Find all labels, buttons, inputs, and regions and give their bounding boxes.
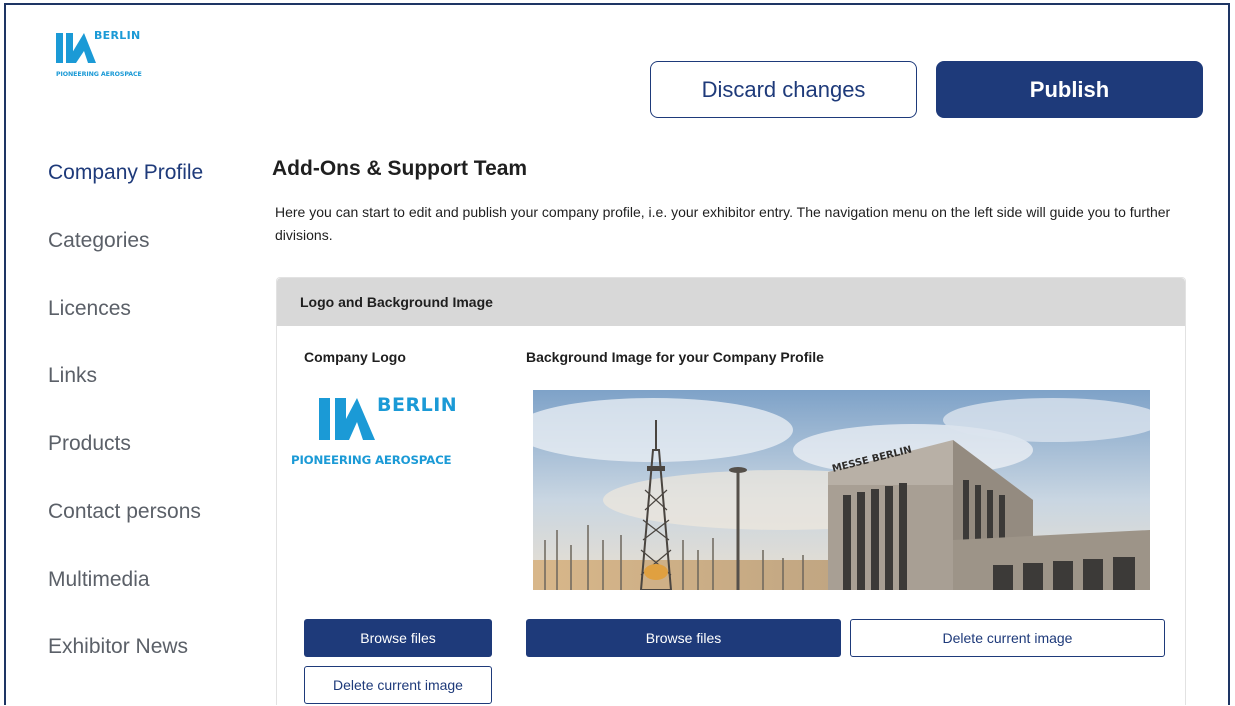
logo-berlin-text: BERLIN [377,394,458,416]
messe-berlin-photo: MESSE BERLIN [533,390,1150,590]
sidebar-item-company-profile[interactable]: Company Profile [48,161,203,185]
page-title: Add-Ons & Support Team [272,157,528,180]
ila-logo-mark-icon [319,398,375,440]
background-image-preview: MESSE BERLIN [533,390,1150,590]
sidebar-item-exhibitor-news[interactable]: Exhibitor News [48,635,188,659]
browse-background-button[interactable]: Browse files [526,619,841,657]
logo-tagline: PIONEERING AEROSPACE [291,453,452,467]
ila-logo-mark-icon [56,33,96,63]
intro-text: Here you can start to edit and publish y… [275,204,1171,243]
header-logo[interactable]: BERLIN PIONEERING AEROSPACE [56,29,196,89]
browse-logo-button[interactable]: Browse files [304,619,492,657]
sidebar-item-categories[interactable]: Categories [48,229,150,253]
app-frame: BERLIN PIONEERING AEROSPACE Discard chan… [4,3,1230,705]
logo-tagline: PIONEERING AEROSPACE [56,71,142,78]
sidebar-item-links[interactable]: Links [48,364,97,388]
delete-background-button[interactable]: Delete current image [850,619,1165,657]
sidebar-item-products[interactable]: Products [48,432,131,456]
background-image-label: Background Image for your Company Profil… [526,349,824,365]
sidebar-item-contact-persons[interactable]: Contact persons [48,500,201,524]
logo-background-panel: Logo and Background Image Company Logo B… [276,277,1186,705]
sidebar-item-multimedia[interactable]: Multimedia [48,568,150,592]
discard-changes-button[interactable]: Discard changes [650,61,917,118]
delete-logo-button[interactable]: Delete current image [304,666,492,704]
panel-heading: Logo and Background Image [277,278,1185,326]
company-logo-preview: BERLIN PIONEERING AEROSPACE [291,390,466,470]
company-logo-label: Company Logo [304,349,406,365]
publish-button[interactable]: Publish [936,61,1203,118]
sidebar-item-licences[interactable]: Licences [48,297,131,321]
logo-berlin-text: BERLIN [94,29,141,42]
